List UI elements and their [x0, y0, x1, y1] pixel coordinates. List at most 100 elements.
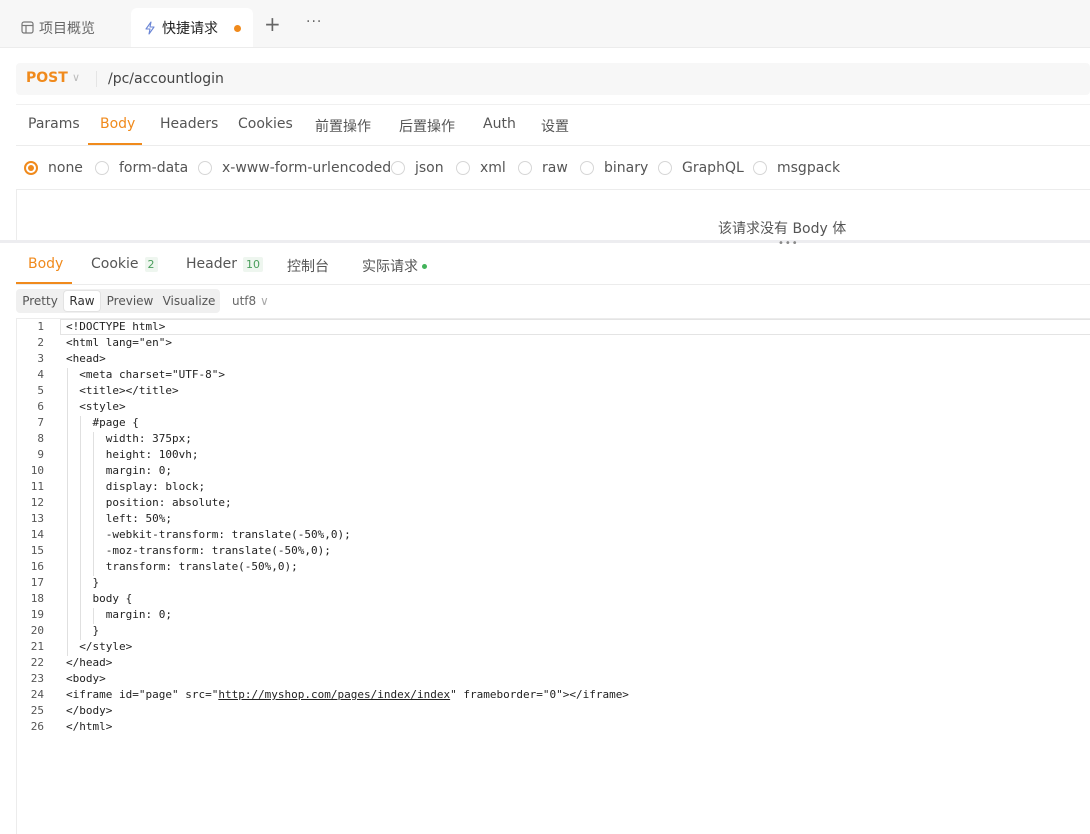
url-bar: POST ∨ /pc/accountlogin — [16, 63, 1090, 95]
active-tab-underline — [88, 143, 142, 145]
line-number: 14 — [30, 528, 44, 541]
line-number: 17 — [30, 576, 44, 589]
indent-guide — [67, 400, 68, 416]
code-line: <html lang="en"> — [66, 336, 172, 349]
radio-label: binary — [604, 160, 649, 176]
resp-tab-body[interactable]: Body — [28, 256, 63, 272]
radio-json[interactable]: json — [391, 160, 444, 176]
code-line: margin: 0; — [66, 608, 172, 621]
code-url-link[interactable]: http://myshop.com/pages/index/index — [218, 688, 450, 701]
resp-tab-cookie[interactable]: Cookie 2 — [91, 256, 158, 272]
line-number: 9 — [37, 448, 44, 461]
line-number: 8 — [37, 432, 44, 445]
radio-label: form-data — [119, 160, 189, 176]
line-number: 5 — [37, 384, 44, 397]
radio-raw[interactable]: raw — [518, 160, 568, 176]
code-line: } — [66, 624, 100, 637]
unsaved-dot — [234, 25, 241, 32]
view-preview[interactable]: Preview — [103, 291, 157, 311]
view-visualize[interactable]: Visualize — [160, 291, 218, 311]
code-line: <title></title> — [66, 384, 179, 397]
line-number: 12 — [30, 496, 44, 509]
indent-guide — [67, 448, 68, 464]
indent-guide — [80, 512, 82, 528]
code-line: </body> — [66, 704, 113, 717]
radio-graphql[interactable]: GraphQL — [658, 160, 744, 176]
encoding-select[interactable]: utf8 ∨ — [232, 294, 269, 308]
indent-guide — [93, 496, 95, 512]
indent-guide — [80, 464, 82, 480]
code-line: </style> — [66, 640, 133, 653]
count-badge: 2 — [144, 256, 158, 272]
line-number: 20 — [30, 624, 44, 637]
add-tab-button[interactable]: + — [264, 14, 281, 34]
current-line-highlight — [60, 319, 1090, 335]
line-number: 13 — [30, 512, 44, 525]
radio-circle — [456, 161, 470, 175]
radio-none[interactable]: none — [24, 160, 83, 176]
indent-guide — [80, 448, 82, 464]
tab-project-overview[interactable]: 项目概览 — [20, 8, 95, 47]
tab-settings[interactable]: 设置 — [541, 116, 569, 136]
active-tab-underline — [16, 282, 72, 284]
tab-pre-request[interactable]: 前置操作 — [315, 116, 371, 136]
line-number: 7 — [37, 416, 44, 429]
indent-guide — [93, 512, 95, 528]
tab-label: 快捷请求 — [162, 20, 218, 37]
resp-tab-actual-request[interactable]: 实际请求 — [362, 256, 427, 276]
code-line: #page { — [66, 416, 139, 429]
tab-auth[interactable]: Auth — [483, 116, 516, 132]
radio-label: msgpack — [777, 160, 841, 176]
code-line: height: 100vh; — [66, 448, 199, 461]
radio-circle — [391, 161, 405, 175]
code-line: </head> — [66, 656, 113, 669]
view-pretty[interactable]: Pretty — [18, 291, 62, 311]
url-input[interactable]: /pc/accountlogin — [108, 71, 224, 87]
indent-guide — [93, 480, 95, 496]
radio-label: json — [415, 160, 444, 176]
code-line: } — [66, 576, 100, 589]
radio-msgpack[interactable]: msgpack — [753, 160, 840, 176]
chevron-down-icon[interactable]: ∨ — [72, 71, 80, 84]
code-line: <!DOCTYPE html> — [66, 320, 166, 333]
code-line: -webkit-transform: translate(-50%,0); — [66, 528, 351, 541]
more-tabs-button[interactable]: ··· — [306, 14, 322, 30]
request-tabs: Params Body Headers Cookies 前置操作 后置操作 Au… — [16, 104, 1090, 146]
tab-label: Header — [186, 256, 237, 272]
top-tab-bar: 项目概览 快捷请求 + ··· — [0, 0, 1090, 48]
code-line: display: block; — [66, 480, 206, 493]
code-line: position: absolute; — [66, 496, 232, 509]
tab-cookies[interactable]: Cookies — [238, 116, 293, 132]
radio-urlencoded[interactable]: x-www-form-urlencoded — [198, 160, 391, 176]
view-raw[interactable]: Raw — [64, 291, 100, 311]
radio-binary[interactable]: binary — [580, 160, 648, 176]
tab-post-request[interactable]: 后置操作 — [399, 116, 455, 136]
line-number: 10 — [30, 464, 44, 477]
encoding-label: utf8 — [232, 294, 257, 308]
resp-tab-header[interactable]: Header 10 — [186, 256, 263, 272]
tab-params[interactable]: Params — [28, 116, 80, 132]
indent-guide — [67, 560, 68, 576]
indent-guide — [67, 368, 68, 384]
code-line: <iframe id="page" src="http://myshop.com… — [66, 688, 629, 701]
method-select[interactable]: POST — [26, 70, 68, 86]
line-number: 1 — [37, 320, 44, 333]
tab-quick-request[interactable]: 快捷请求 — [131, 8, 253, 47]
layout-icon — [20, 21, 34, 35]
indent-guide — [80, 480, 82, 496]
code-line: transform: translate(-50%,0); — [66, 560, 298, 573]
resp-tab-console[interactable]: 控制台 — [287, 256, 329, 276]
tab-body[interactable]: Body — [100, 116, 135, 132]
line-number: 18 — [30, 592, 44, 605]
body-empty-panel — [16, 189, 1090, 242]
line-number: 22 — [30, 656, 44, 669]
line-number: 2 — [37, 336, 44, 349]
panel-splitter[interactable] — [0, 240, 1090, 243]
tab-label: Body — [28, 256, 64, 272]
lightning-icon — [143, 20, 157, 35]
radio-label: none — [48, 160, 83, 176]
radio-form-data[interactable]: form-data — [95, 160, 188, 176]
indent-guide — [67, 576, 68, 592]
radio-xml[interactable]: xml — [456, 160, 506, 176]
tab-headers[interactable]: Headers — [160, 116, 218, 132]
